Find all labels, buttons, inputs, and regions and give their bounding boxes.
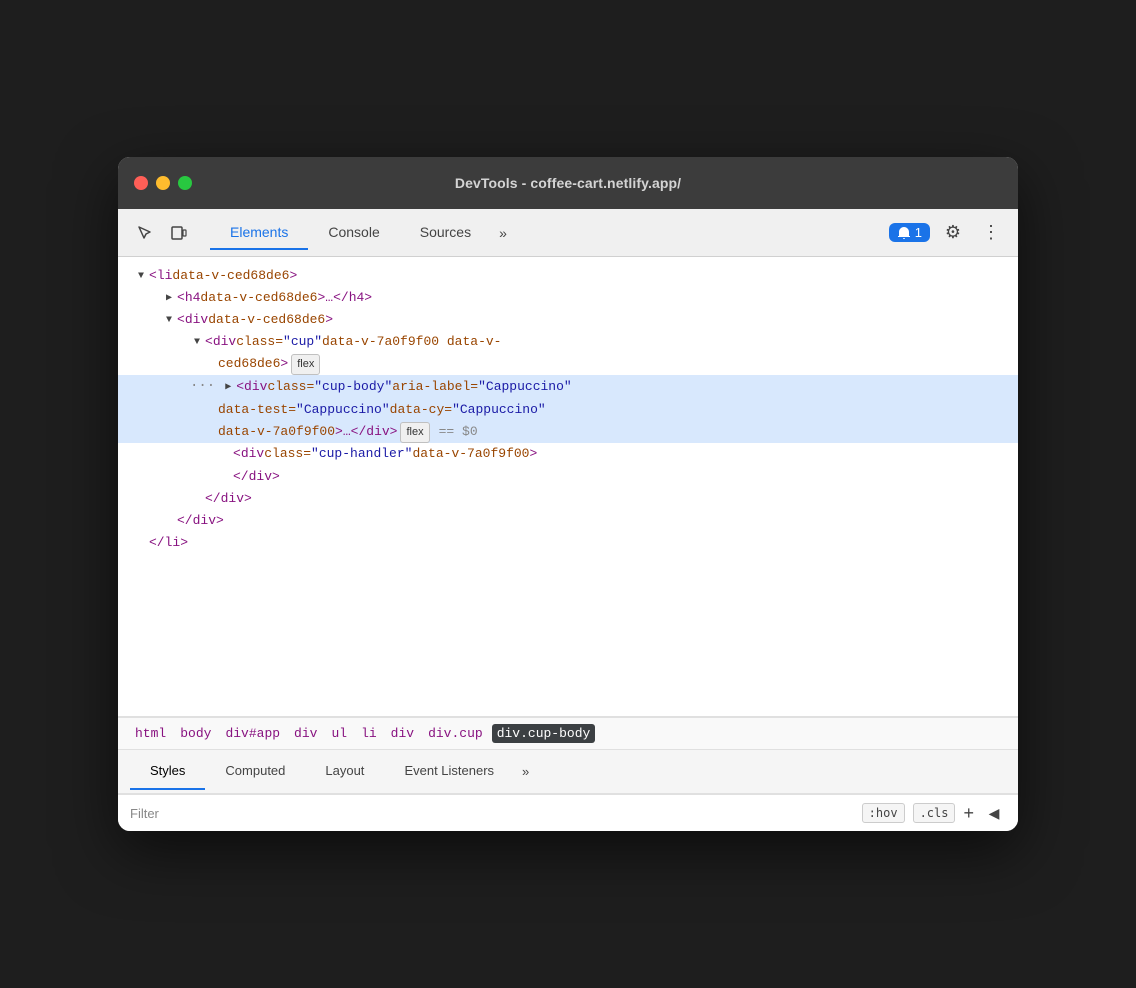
settings-button[interactable]: ⚙ (938, 218, 968, 248)
traffic-lights (134, 176, 192, 190)
devtools-window: DevTools - coffee-cart.netlify.app/ Elem… (118, 157, 1018, 831)
more-options-button[interactable]: ⋮ (976, 218, 1006, 248)
window-title: DevTools - coffee-cart.netlify.app/ (455, 175, 681, 191)
dom-line[interactable]: </div > (118, 510, 1018, 532)
toggle-sidebar-button[interactable]: ◀ (982, 801, 1006, 825)
inspect-button[interactable] (130, 218, 160, 248)
close-button[interactable] (134, 176, 148, 190)
dom-line-selected-cont[interactable]: data-test="Cappuccino" data-cy="Cappucci… (118, 399, 1018, 421)
cls-button[interactable]: .cls (913, 803, 956, 823)
dom-line[interactable]: <h4 data-v-ced68de6 > … </h4 > (118, 287, 1018, 309)
triangle-icon[interactable] (221, 379, 235, 396)
dom-line[interactable]: <li data-v-ced68de6 > (118, 265, 1018, 287)
tabs-more-button[interactable]: » (491, 217, 515, 249)
hov-button[interactable]: :hov (862, 803, 905, 823)
dom-line[interactable]: </div > (118, 488, 1018, 510)
notification-badge[interactable]: 1 (889, 223, 930, 242)
toolbar-icons (130, 218, 194, 248)
panel-tabs-more-button[interactable]: » (514, 754, 537, 789)
toolbar-right: 1 ⚙ ⋮ (889, 218, 1006, 248)
toolbar: Elements Console Sources » 1 ⚙ ⋮ (118, 209, 1018, 257)
tab-computed[interactable]: Computed (205, 753, 305, 790)
panel-tabs: Styles Computed Layout Event Listeners » (118, 750, 1018, 794)
dom-line[interactable]: <div data-v-ced68de6 > (118, 309, 1018, 331)
tab-event-listeners[interactable]: Event Listeners (384, 753, 514, 790)
tab-elements[interactable]: Elements (210, 216, 308, 250)
breadcrumb-item[interactable]: div#app (220, 724, 285, 743)
breadcrumb-item[interactable]: html (130, 724, 171, 743)
breadcrumb-item[interactable]: div.cup (423, 724, 488, 743)
dom-line[interactable]: </li > (118, 532, 1018, 554)
dom-line[interactable]: ced68de6 > flex (118, 353, 1018, 375)
dom-line[interactable]: <div class="cup-handler" data-v-7a0f9f00… (118, 443, 1018, 465)
dom-line-selected-cont2[interactable]: data-v-7a0f9f00 > … </div > flex == $0 (118, 421, 1018, 443)
breadcrumb-item[interactable]: body (175, 724, 216, 743)
tab-console[interactable]: Console (308, 216, 399, 250)
dots-indicator: ··· (190, 375, 215, 399)
tab-sources[interactable]: Sources (400, 216, 491, 250)
breadcrumb-item-active[interactable]: div.cup-body (492, 724, 596, 743)
triangle-icon[interactable] (134, 268, 148, 285)
breadcrumb-item[interactable]: div (386, 724, 419, 743)
breadcrumb: html body div#app div ul li div div.cup … (118, 717, 1018, 750)
titlebar: DevTools - coffee-cart.netlify.app/ (118, 157, 1018, 209)
tab-layout[interactable]: Layout (305, 753, 384, 790)
filter-bar: :hov .cls + ◀ (118, 794, 1018, 831)
breadcrumb-item[interactable]: ul (326, 724, 352, 743)
dom-panel: <li data-v-ced68de6 > <h4 data-v-ced68de… (118, 257, 1018, 717)
dom-line[interactable]: <div class="cup" data-v-7a0f9f00 data-v- (118, 331, 1018, 353)
dom-line[interactable]: </div > (118, 466, 1018, 488)
tab-styles[interactable]: Styles (130, 753, 205, 790)
flex-badge[interactable]: flex (291, 354, 320, 375)
triangle-icon[interactable] (162, 290, 176, 307)
breadcrumb-item[interactable]: div (289, 724, 322, 743)
main-tabs: Elements Console Sources » (210, 216, 885, 250)
triangle-icon[interactable] (190, 334, 204, 351)
maximize-button[interactable] (178, 176, 192, 190)
breadcrumb-item[interactable]: li (356, 724, 382, 743)
dom-line-selected[interactable]: ··· <div class="cup-body" aria-label="Ca… (118, 375, 1018, 399)
notification-count: 1 (915, 225, 922, 240)
triangle-icon[interactable] (162, 312, 176, 329)
flex-badge[interactable]: flex (400, 422, 429, 443)
minimize-button[interactable] (156, 176, 170, 190)
add-style-button[interactable]: + (963, 804, 974, 822)
device-button[interactable] (164, 218, 194, 248)
filter-input[interactable] (130, 806, 854, 821)
